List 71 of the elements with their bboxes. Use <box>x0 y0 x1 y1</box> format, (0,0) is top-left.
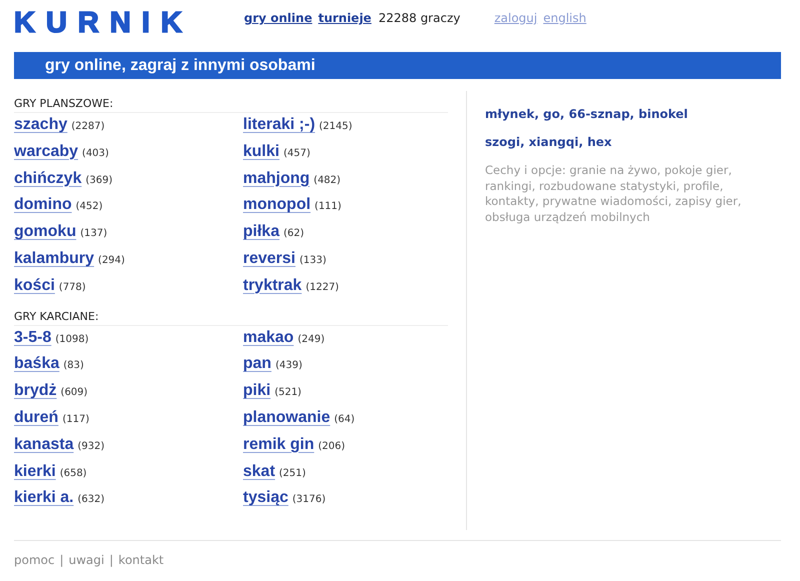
game-link[interactable]: planowanie <box>243 408 330 427</box>
player-count: 22288 graczy <box>378 11 460 25</box>
game-link[interactable]: makao <box>243 328 294 347</box>
game-link[interactable]: literaki ;-) <box>243 116 316 134</box>
game-link[interactable]: remik gin <box>243 436 314 454</box>
game-link[interactable]: szachy <box>14 116 68 134</box>
game-link[interactable]: kalambury <box>14 250 94 268</box>
game-link[interactable]: piłka <box>243 223 280 242</box>
game-link[interactable]: 3-5-8 <box>14 328 52 347</box>
game-link[interactable]: gomoku <box>14 223 76 242</box>
player-count: (64) <box>334 414 355 425</box>
section-title: GRY PLANSZOWE: <box>14 91 448 113</box>
nav-link[interactable]: gry online <box>244 11 312 25</box>
player-count: (3176) <box>292 494 326 506</box>
game-link[interactable]: pan <box>243 355 272 374</box>
player-count: (778) <box>58 282 86 293</box>
player-count: (658) <box>60 468 87 479</box>
game-link[interactable]: kierki a. <box>14 489 74 508</box>
game-link[interactable]: domino <box>14 196 72 214</box>
footer-link[interactable]: uwagi <box>68 553 104 568</box>
game-link[interactable]: tryktrak <box>243 276 302 295</box>
player-count: (609) <box>60 387 88 398</box>
features-text: Cechy i opcje: granie na żywo, pokoje gier, rankingi, rozbudowane statystyki, profile, kontakty, prywatne wiadomości, zapisy gier, obsługa urządzeń mobilnych <box>485 163 742 225</box>
player-count: (206) <box>318 440 346 452</box>
nav-link[interactable]: turnieje <box>318 11 372 25</box>
player-count: (632) <box>78 494 104 506</box>
player-count: (452) <box>76 201 103 212</box>
game-link[interactable]: kulki <box>243 142 280 161</box>
game-link[interactable]: reversi <box>243 250 296 268</box>
player-count: (62) <box>283 228 304 240</box>
separator: | <box>60 553 64 568</box>
player-count: (111) <box>314 201 342 212</box>
player-count: (83) <box>63 360 84 372</box>
player-count: (133) <box>300 254 326 266</box>
game-link[interactable]: piki <box>243 382 271 400</box>
logo[interactable]: KURNIK <box>14 10 221 36</box>
game-link[interactable]: skat <box>243 462 276 481</box>
game-link[interactable]: brydż <box>14 382 57 400</box>
player-count: (1098) <box>55 334 89 345</box>
player-count: (369) <box>86 174 112 186</box>
game-link[interactable]: kości <box>14 276 55 295</box>
player-count: (251) <box>279 468 306 479</box>
game-link[interactable]: tysiąc <box>243 489 288 508</box>
player-count: (439) <box>275 360 302 372</box>
player-count: (932) <box>78 440 104 452</box>
game-link[interactable]: kanasta <box>14 436 74 454</box>
game-link[interactable]: baśka <box>14 355 60 374</box>
player-count: (403) <box>82 148 109 159</box>
game-link[interactable]: dureń <box>14 408 58 427</box>
game-link[interactable]: mahjong <box>243 170 310 188</box>
game-link[interactable]: chińczyk <box>14 170 82 188</box>
player-count: (457) <box>283 148 310 159</box>
player-count: (249) <box>298 334 325 345</box>
player-count: (521) <box>274 387 302 398</box>
banner: gry online, zagraj z innymi osobami <box>14 52 781 79</box>
player-count: (137) <box>80 228 108 240</box>
more-games-link[interactable]: młynek, go, 66-sznap, binokel <box>485 107 775 121</box>
more-games-link[interactable]: szogi, xiangqi, hex <box>485 135 775 149</box>
game-link[interactable]: warcaby <box>14 142 78 161</box>
player-count: (482) <box>314 174 341 186</box>
player-count: (117) <box>62 414 90 425</box>
player-count: (1227) <box>306 282 339 293</box>
game-link[interactable]: monopol <box>243 196 311 214</box>
player-count: (2287) <box>71 121 105 132</box>
player-count: (2145) <box>319 121 352 132</box>
section-title: GRY KARCIANE: <box>14 304 448 326</box>
separator: | <box>109 553 114 568</box>
footer-link[interactable]: pomoc <box>14 553 55 568</box>
player-count: (294) <box>98 254 125 266</box>
game-link[interactable]: kierki <box>14 462 56 481</box>
footer-link[interactable]: kontakt <box>118 553 164 568</box>
